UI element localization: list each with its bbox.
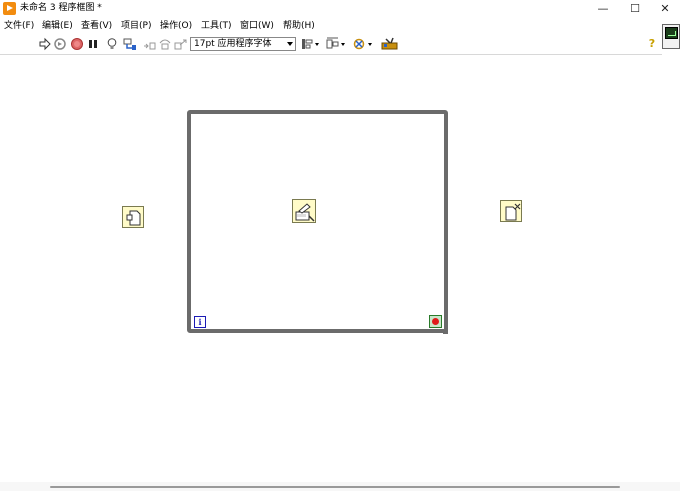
chevron-down-icon — [287, 42, 293, 46]
maximize-button[interactable]: ☐ — [620, 0, 650, 17]
close-file-node-icon[interactable] — [500, 200, 522, 222]
while-loop-structure[interactable] — [187, 110, 448, 333]
pause-icon[interactable] — [86, 37, 100, 51]
menu-help[interactable]: 帮助(H) — [283, 20, 315, 32]
while-loop-resize-handle[interactable] — [443, 329, 448, 334]
menu-edit[interactable]: 编辑(E) — [42, 20, 73, 32]
menu-bar: 文件(F) 编辑(E) 查看(V) 项目(P) 操作(O) 工具(T) 窗口(W… — [0, 18, 660, 34]
menu-view[interactable]: 查看(V) — [81, 20, 112, 32]
horizontal-scrollbar[interactable] — [0, 482, 680, 491]
retain-wire-values-icon[interactable] — [123, 37, 137, 51]
align-objects-icon[interactable] — [301, 37, 319, 51]
iteration-terminal[interactable]: i — [194, 316, 206, 328]
open-file-node-icon[interactable] — [122, 206, 144, 228]
highlight-execution-icon[interactable] — [105, 37, 119, 51]
step-out-icon[interactable] — [174, 37, 188, 51]
minimize-button[interactable]: — — [588, 0, 618, 17]
scrollbar-thumb[interactable] — [50, 486, 620, 488]
abort-icon[interactable] — [70, 37, 84, 51]
labview-app-icon — [3, 2, 16, 15]
run-arrow-icon[interactable] — [38, 37, 52, 51]
stop-terminal-icon[interactable] — [429, 315, 442, 328]
font-select-value: 17pt 应用程序字体 — [194, 39, 272, 49]
step-over-icon[interactable] — [158, 37, 172, 51]
menu-operate[interactable]: 操作(O) — [160, 20, 192, 32]
vi-connector-icon[interactable] — [662, 24, 680, 49]
menu-tools[interactable]: 工具(T) — [201, 20, 232, 32]
font-select[interactable]: 17pt 应用程序字体 — [190, 37, 296, 51]
title-bar: 未命名 3 程序框图 * — ☐ ✕ — [0, 0, 680, 17]
distribute-objects-icon[interactable] — [326, 37, 345, 51]
menu-window[interactable]: 窗口(W) — [240, 20, 274, 32]
loop-subvi-node-icon[interactable] — [292, 199, 316, 223]
step-into-icon[interactable] — [142, 37, 156, 51]
run-continuously-icon[interactable] — [53, 37, 67, 51]
window-title: 未命名 3 程序框图 * — [20, 3, 102, 13]
menu-project[interactable]: 项目(P) — [121, 20, 151, 32]
help-icon[interactable]: ? — [646, 37, 658, 51]
cleanup-diagram-icon[interactable] — [381, 37, 398, 51]
menu-file[interactable]: 文件(F) — [4, 20, 34, 32]
close-button[interactable]: ✕ — [650, 0, 680, 17]
vi-graph-icon — [665, 27, 678, 39]
reorder-icon[interactable] — [353, 37, 372, 51]
